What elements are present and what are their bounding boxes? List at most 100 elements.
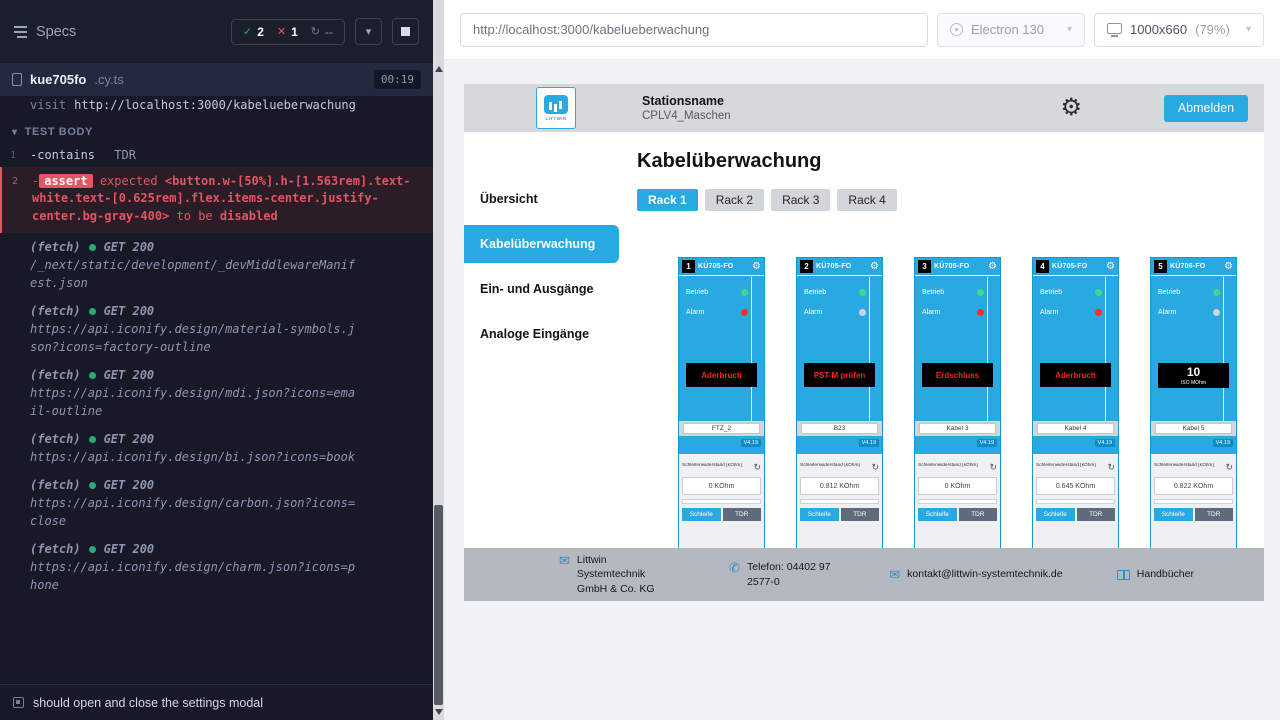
module-gear-icon[interactable]: ⚙ [870,262,879,272]
network-log-entry[interactable]: (fetch) GET 200 https://api.iconify.desi… [0,535,433,599]
measurement-panel: Schleifenwiderstand [kOhm] ↻ 0 KOhm Schl… [679,454,764,556]
secondary-value-field [800,499,879,504]
cable-name: FTZ_2 [683,423,760,434]
module-gear-icon[interactable]: ⚙ [1106,262,1115,272]
logout-button[interactable]: Abmelden [1164,95,1248,122]
module-number: 4 [1036,260,1049,273]
module-gear-icon[interactable]: ⚙ [752,262,761,272]
schleife-button[interactable]: Schleife [1036,508,1075,521]
stop-icon [401,27,410,36]
betrieb-label: Betrieb [1040,289,1062,296]
command-log: visithttp://localhost:3000/kabelueberwac… [0,96,433,684]
page-title: Kabelüberwachung [637,150,1264,173]
cable-name: Kabel 5 [1155,423,1232,434]
footer-icon [1117,570,1130,580]
footer-contact-item[interactable]: Telefon: 04402 972577-0 [729,560,835,588]
module-gear-icon[interactable]: ⚙ [1224,262,1233,272]
url-input[interactable] [460,13,928,47]
rack-tab[interactable]: Rack 3 [771,189,830,211]
viewport-select[interactable]: 1000x660 (79%) ▾ [1094,13,1264,47]
sidebar-nav-item[interactable]: Übersicht [464,180,619,218]
refresh-icon[interactable]: ↻ [753,463,761,472]
measurement-panel: Schleifenwiderstand [kOhm] ↻ 0.812 KOhm … [797,454,882,556]
kabel-app: LITTWIN Stationsname CPLV4_Maschen ⚙ Abm… [464,84,1264,601]
status-text: Aderbruch [701,371,741,380]
refresh-icon[interactable]: ↻ [1225,463,1233,472]
next-test-row[interactable]: should open and close the settings modal [0,684,433,720]
network-log-entry[interactable]: (fetch) GET 200 https://api.iconify.desi… [0,425,433,471]
schleife-button[interactable]: Schleife [800,508,839,521]
rack-tab[interactable]: Rack 4 [837,189,896,211]
sidebar-nav-item[interactable]: Ein- und Ausgänge [464,270,619,308]
resistance-label: Schleifenwiderstand [kOhm] [918,463,978,468]
stat-passed: ✓2 [243,25,264,39]
browser-select[interactable]: Electron 130 ▾ [937,13,1085,47]
cable-name: Kabel 4 [1037,423,1114,434]
command-name: -contains [30,148,95,162]
network-log-entry[interactable]: (fetch) GET 200 https://api.iconify.desi… [0,297,433,361]
schleife-button[interactable]: Schleife [918,508,957,521]
firmware-version: V4.19 [741,439,761,447]
rack-tab-label: Rack 1 [648,193,687,207]
nav-item-label: Kabelüberwachung [480,237,595,251]
failed-assert-entry[interactable]: 2 -assert expected <button.w-[50%].h-[1.… [0,167,433,233]
tdr-button[interactable]: TDR [959,508,998,521]
fetch-url: https://api.iconify.design/carbon.json?i… [30,494,361,530]
footer-contact-item[interactable]: kontakt@littwin-systemtechnik.de [889,567,1062,581]
footer-icon [729,561,740,574]
network-log-entry[interactable]: (fetch) GET 200 https://api.iconify.desi… [0,361,433,425]
reporter-scrollbar[interactable] [433,0,444,720]
fetch-tag: (fetch) [30,238,81,256]
schleife-button[interactable]: Schleife [682,508,721,521]
littwin-logo-text: LITTWIN [545,116,566,121]
module-status-display: Erdschluss [922,363,993,387]
sidebar-nav-item[interactable]: Kabelüberwachung [464,225,619,263]
scroll-down-arrow-icon[interactable] [435,709,443,715]
spec-header[interactable]: kue705fo .cy.ts 00:19 [0,63,433,96]
test-body-section[interactable]: ▾ TEST BODY [0,117,433,145]
footer-contact-item[interactable]: Handbücher [1117,567,1194,581]
tdr-button[interactable]: TDR [1077,508,1116,521]
collapse-button[interactable]: ▾ [355,18,382,45]
rack-module-card: 5 KÜ706-FO ⚙ Betrieb Ala [1150,257,1237,557]
scroll-up-arrow-icon[interactable] [435,66,443,72]
fetch-status: GET 200 [104,238,155,256]
rack-tab[interactable]: Rack 2 [705,189,764,211]
tdr-button[interactable]: TDR [841,508,880,521]
alarm-led [859,309,866,316]
betrieb-led [977,289,984,296]
tdr-button[interactable]: TDR [723,508,762,521]
refresh-icon[interactable]: ↻ [871,463,879,472]
footer-icon [559,554,570,567]
settings-gear-icon[interactable]: ⚙ [1060,96,1082,120]
tdr-button[interactable]: TDR [1195,508,1234,521]
firmware-version: V4.19 [1213,439,1233,447]
visit-command[interactable]: visithttp://localhost:3000/kabelueberwac… [0,96,433,117]
module-gear-icon[interactable]: ⚙ [988,262,997,272]
network-log-entry[interactable]: (fetch) GET 200 /_next/static/developmen… [0,233,433,297]
network-log-entry[interactable]: (fetch) GET 200 https://api.iconify.desi… [0,471,433,535]
sidebar-nav-item[interactable]: Analoge Eingänge [464,315,619,353]
firmware-version: V4.19 [859,439,879,447]
rack-tab[interactable]: Rack 1 [637,189,698,211]
betrieb-label: Betrieb [804,289,826,296]
littwin-logo: LITTWIN [536,87,576,129]
contains-command[interactable]: 1 -contains TDR [0,145,433,167]
betrieb-label: Betrieb [922,289,944,296]
scrollbar-thumb[interactable] [434,505,443,705]
stop-button[interactable] [392,18,419,45]
schleife-button[interactable]: Schleife [1154,508,1193,521]
panel-divider-line [869,277,870,421]
refresh-icon[interactable]: ↻ [1107,463,1115,472]
status-text: 10 [1187,365,1200,379]
refresh-icon[interactable]: ↻ [989,463,997,472]
app-content: Kabelüberwachung Rack 1 Rack 2 [619,132,1264,601]
cable-name-field: Kabel 4 [1033,421,1118,436]
viewport-size: 1000x660 [1130,22,1187,37]
footer-contact-item[interactable]: Littwin Systemtechnik GmbH & Co. KG [559,553,675,596]
fetch-url: https://api.iconify.design/charm.json?ic… [30,558,361,594]
module-number: 2 [800,260,813,273]
specs-menu[interactable]: Specs [14,24,76,40]
panel-divider-line [751,277,752,421]
module-number: 5 [1154,260,1167,273]
